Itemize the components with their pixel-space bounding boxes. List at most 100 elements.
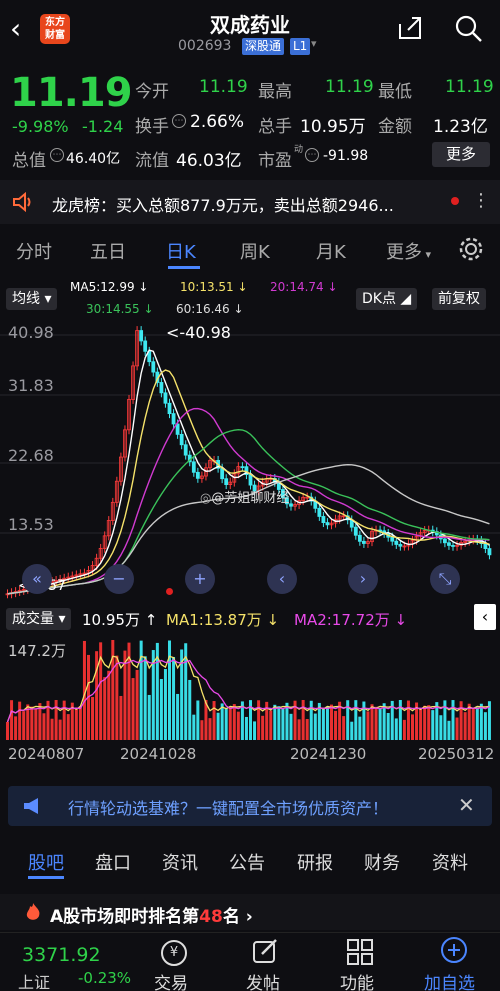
close-icon[interactable]: ✕ bbox=[458, 793, 475, 817]
ma10-value: 10:13.51 ↓ bbox=[180, 280, 248, 294]
change-value: -1.24 bbox=[82, 117, 124, 136]
tab-week-k[interactable]: 周K bbox=[240, 238, 270, 264]
low-label: 最低 bbox=[378, 82, 412, 102]
active-tab-indicator bbox=[168, 266, 200, 269]
mktcap-value: 46.40亿 bbox=[66, 151, 121, 167]
info-icon[interactable]: ⋯ bbox=[172, 114, 186, 128]
turnover-label: 换手 bbox=[135, 117, 169, 137]
y-label-3: 22.68 bbox=[8, 446, 54, 465]
y-label-2: 31.83 bbox=[8, 376, 54, 395]
level-badge: L1 bbox=[290, 38, 311, 55]
add-watchlist-icon[interactable] bbox=[440, 936, 468, 964]
zoom-in-icon[interactable]: + bbox=[185, 564, 215, 594]
tab-research[interactable]: 研报 bbox=[297, 849, 333, 875]
ma5-value: MA5:12.99 ↓ bbox=[70, 280, 149, 294]
scroll-left-icon[interactable]: ‹ bbox=[267, 564, 297, 594]
trade-icon[interactable]: ¥ bbox=[161, 940, 187, 966]
float-label: 流值 bbox=[135, 151, 169, 171]
ma30-value: 30:14.55 ↓ bbox=[86, 302, 154, 316]
connect-badge: 深股通 bbox=[242, 38, 285, 55]
volume-bars bbox=[6, 640, 491, 740]
dragon-tiger-bar[interactable]: 龙虎榜：买入总额877.9万元，卖出总额2946... bbox=[0, 180, 500, 224]
volume-ma2: MA2:17.72万 ↓ bbox=[294, 611, 408, 629]
y-label-4: 13.53 bbox=[8, 515, 54, 534]
info-icon[interactable]: ⋯ bbox=[305, 148, 319, 162]
ma-toggle-button[interactable]: 均线 ▾ bbox=[6, 288, 58, 310]
kline-chart[interactable] bbox=[0, 315, 500, 605]
y-label-high: 40.98 bbox=[8, 323, 54, 342]
speaker-icon bbox=[13, 192, 31, 212]
tab-finance[interactable]: 财务 bbox=[364, 849, 400, 875]
search-icon[interactable] bbox=[454, 14, 484, 44]
volume-current: 10.95万 ↑ bbox=[82, 611, 158, 629]
ranking-text: A股市场即时排名第48名 › bbox=[50, 907, 253, 927]
footer-post[interactable]: 发帖 bbox=[246, 969, 280, 991]
index-change[interactable]: -0.23% bbox=[78, 969, 131, 987]
float-value: 46.03亿 bbox=[176, 151, 242, 171]
scroll-right-icon[interactable]: › bbox=[348, 564, 378, 594]
dk-point-button[interactable]: DK点 ◢ bbox=[356, 288, 418, 310]
more-button[interactable]: 更多 bbox=[432, 142, 490, 167]
index-name[interactable]: 上证 bbox=[18, 969, 50, 991]
tab-orderbook[interactable]: 盘口 bbox=[95, 849, 131, 875]
fullscreen-icon[interactable]: ⤡ bbox=[430, 564, 460, 594]
date-label-1: 20240807 bbox=[8, 745, 85, 763]
kline-candles bbox=[5, 326, 492, 599]
tab-news[interactable]: 资讯 bbox=[162, 849, 198, 875]
marker-dot bbox=[166, 588, 173, 595]
last-price: 11.19 bbox=[10, 70, 133, 116]
tab-more[interactable]: 更多 ▾ bbox=[386, 238, 431, 264]
tab-day-k[interactable]: 日K bbox=[166, 238, 196, 264]
volume-value: 10.95万 bbox=[300, 117, 366, 137]
footer-trade[interactable]: 交易 bbox=[154, 969, 188, 991]
ma60-value: 60:16.46 ↓ bbox=[176, 302, 244, 316]
tab-month-k[interactable]: 月K bbox=[316, 238, 346, 264]
notification-dot bbox=[451, 197, 459, 205]
more-vertical-icon[interactable]: ⋮ bbox=[472, 190, 490, 211]
index-value[interactable]: 3371.92 bbox=[22, 944, 101, 966]
mktcap-label: 总值 bbox=[12, 151, 46, 171]
header-bar: ‹ 东方 财富 双成药业 002693 深股通 L1 ▾ bbox=[0, 0, 500, 62]
gear-icon[interactable] bbox=[458, 236, 484, 262]
volume-ma1: MA1:13.87万 ↓ bbox=[166, 611, 280, 629]
stock-code: 002693 bbox=[178, 38, 232, 54]
active-bottom-tab-indicator bbox=[28, 876, 64, 879]
footer-functions[interactable]: 功能 bbox=[340, 969, 374, 991]
volume-chart[interactable] bbox=[0, 630, 500, 740]
grid-apps-icon[interactable] bbox=[346, 938, 374, 966]
amount-label: 金额 bbox=[378, 117, 412, 137]
collapse-arrow-icon[interactable]: ‹ bbox=[474, 604, 496, 630]
pe-superscript: 动 bbox=[294, 145, 304, 155]
tab-profile[interactable]: 资料 bbox=[432, 849, 468, 875]
info-icon[interactable]: ⋯ bbox=[50, 148, 64, 162]
watermark: ◎@芳姐聊财经 bbox=[200, 491, 290, 506]
ma20-value: 20:14.74 ↓ bbox=[270, 280, 338, 294]
tab-announcements[interactable]: 公告 bbox=[229, 849, 265, 875]
tab-minute[interactable]: 分时 bbox=[16, 238, 52, 264]
low-value: 11.19 bbox=[445, 77, 494, 97]
tab-forum[interactable]: 股吧 bbox=[28, 849, 64, 875]
date-label-2: 20241028 bbox=[120, 745, 197, 763]
zoom-out-icon[interactable]: − bbox=[104, 564, 134, 594]
share-icon[interactable] bbox=[396, 14, 424, 42]
turnover-value: 2.66% bbox=[190, 112, 245, 132]
scroll-left-fast-icon[interactable]: « bbox=[22, 564, 52, 594]
date-label-3: 20241230 bbox=[290, 745, 367, 763]
volume-label: 总手 bbox=[258, 117, 292, 137]
chevron-down-icon[interactable]: ▾ bbox=[311, 37, 317, 50]
adjust-price-button[interactable]: 前复权 bbox=[432, 288, 486, 310]
open-label: 今开 bbox=[135, 82, 169, 102]
date-label-4: 20250312 bbox=[418, 745, 495, 763]
post-icon[interactable] bbox=[252, 938, 280, 966]
pe-value: -91.98 bbox=[323, 148, 369, 164]
volume-indicator-button[interactable]: 成交量 ▾ bbox=[6, 608, 72, 630]
change-percent: -9.98% bbox=[12, 117, 69, 136]
promo-text: 行情轮动选基难？一键配置全市场优质资产！ bbox=[68, 799, 389, 818]
dragon-tiger-text: 龙虎榜：买入总额877.9万元，卖出总额2946... bbox=[52, 196, 394, 215]
tab-five-day[interactable]: 五日 bbox=[90, 238, 126, 264]
open-value: 11.19 bbox=[199, 77, 248, 97]
megaphone-icon bbox=[24, 798, 38, 814]
footer-add-watchlist[interactable]: 加自选 bbox=[424, 969, 475, 991]
max-price-note: <-40.98 bbox=[166, 323, 231, 342]
amount-value: 1.23亿 bbox=[433, 117, 488, 137]
